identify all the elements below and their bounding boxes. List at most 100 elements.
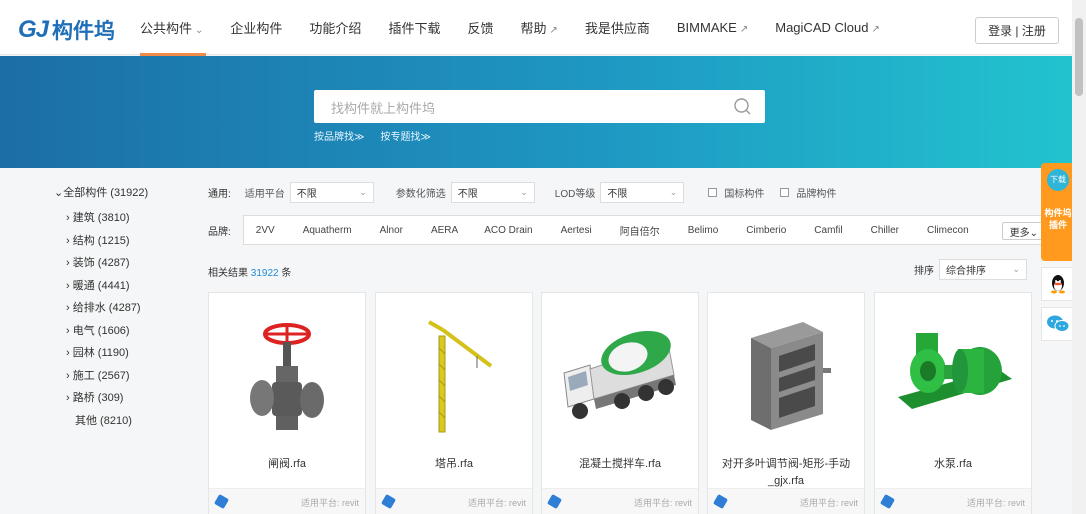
damper-icon bbox=[708, 293, 864, 453]
card-footer: 适用平台: revit bbox=[875, 488, 1031, 514]
site-logo[interactable]: GJ 构件坞 bbox=[18, 15, 115, 45]
nav-supplier[interactable]: 我是供应商 bbox=[585, 18, 650, 37]
plugin-download-button[interactable]: 下载 构件坞插件 bbox=[1041, 163, 1075, 261]
qq-icon[interactable] bbox=[1041, 267, 1075, 301]
category-item[interactable]: › 施工 (2567) bbox=[66, 365, 148, 388]
sort-control: 排序 综合排序 ⌄ bbox=[914, 259, 1027, 280]
category-item[interactable]: › 建筑 (3810) bbox=[66, 207, 148, 230]
category-label: 施工 (2567) bbox=[72, 369, 130, 382]
brand-item[interactable]: Belimo bbox=[688, 225, 719, 236]
category-item[interactable]: › 给排水 (4287) bbox=[66, 297, 148, 320]
brand-item[interactable]: Camfil bbox=[814, 225, 842, 236]
category-label: 电气 (1606) bbox=[72, 324, 130, 337]
nav-features[interactable]: 功能介绍 bbox=[309, 18, 361, 37]
category-label: 结构 (1215) bbox=[72, 234, 130, 247]
nav-public-components[interactable]: 公共构件 ⌄ bbox=[140, 18, 207, 56]
search-input[interactable]: 找构件就上构件坞 bbox=[314, 90, 765, 123]
category-item[interactable]: › 暖通 (4441) bbox=[66, 275, 148, 298]
category-label: 给排水 (4287) bbox=[72, 302, 141, 314]
card-footer: 适用平台: revit bbox=[376, 488, 532, 514]
nav-feedback[interactable]: 反馈 bbox=[467, 18, 493, 37]
search-icon[interactable] bbox=[733, 97, 753, 122]
wechat-icon[interactable] bbox=[1041, 307, 1075, 341]
brand-list: 2VV Aquatherm Alnor AERA ACO Drain Aerte… bbox=[242, 215, 1053, 245]
nav-label: 帮助 bbox=[520, 21, 547, 36]
card-platform: 适用平台: revit bbox=[633, 498, 692, 508]
card-footer: 适用平台: revit bbox=[708, 488, 864, 514]
component-card[interactable]: 对开多叶调节阀-矩形-手动_gjx.rfa 适用平台: revit bbox=[707, 292, 865, 514]
logo-mark: GJ bbox=[18, 16, 49, 43]
login-register-button[interactable]: 登录 | 注册 bbox=[975, 17, 1059, 44]
category-item[interactable]: › 电气 (1606) bbox=[66, 320, 148, 343]
nav-enterprise-components[interactable]: 企业构件 bbox=[230, 18, 282, 37]
brand-item[interactable]: Alnor bbox=[380, 225, 403, 236]
category-item[interactable]: › 装饰 (4287) bbox=[66, 252, 148, 275]
chevron-down-icon: ⌄ bbox=[359, 186, 367, 197]
param-select[interactable]: 不限 ⌄ bbox=[450, 181, 535, 203]
param-label: 参数化筛选 bbox=[395, 188, 446, 200]
select-value: 不限 bbox=[457, 188, 478, 200]
floating-panel: 下载 构件坞插件 bbox=[1041, 163, 1075, 341]
card-platform: 适用平台: revit bbox=[799, 498, 858, 508]
page-scrollbar[interactable] bbox=[1072, 0, 1086, 514]
revit-icon bbox=[380, 493, 397, 510]
scrollbar-thumb[interactable] bbox=[1075, 18, 1083, 96]
chevron-down-icon: ⌄ bbox=[1012, 264, 1020, 274]
nav-label: 我是供应商 bbox=[584, 21, 650, 36]
result-prefix: 相关结果 bbox=[208, 268, 251, 279]
nav-magicad[interactable]: MagiCAD Cloud ↗ bbox=[775, 20, 880, 35]
national-checkbox[interactable] bbox=[708, 187, 718, 197]
brand-item[interactable]: Climecon bbox=[927, 225, 969, 236]
sort-select[interactable]: 综合排序 ⌄ bbox=[939, 259, 1027, 280]
nav-label: 功能介绍 bbox=[309, 21, 362, 36]
lod-select[interactable]: 不限 ⌄ bbox=[600, 181, 685, 203]
brand-component-checkbox[interactable] bbox=[780, 187, 790, 197]
card-name: 对开多叶调节阀-矩形-手动_gjx.rfa bbox=[721, 458, 851, 487]
brand-item[interactable]: Cimberio bbox=[746, 225, 786, 236]
brand-search-link[interactable]: 按品牌找≫ bbox=[314, 128, 364, 143]
select-value: 不限 bbox=[607, 188, 628, 200]
chevron-down-icon: ⌄ bbox=[669, 186, 678, 197]
topic-search-link[interactable]: 按专题找≫ bbox=[380, 128, 430, 143]
nav-plugin-download[interactable]: 插件下载 bbox=[388, 18, 440, 37]
brand-component-label: 品牌构件 bbox=[796, 188, 837, 200]
logo-text: 构件坞 bbox=[52, 20, 116, 43]
sort-label: 排序 bbox=[914, 266, 934, 277]
brand-item[interactable]: Chiller bbox=[871, 225, 899, 236]
component-card[interactable]: 混凝土搅拌车.rfa 适用平台: revit bbox=[541, 292, 699, 514]
category-item[interactable]: › 路桥 (309) bbox=[66, 387, 148, 410]
brand-item[interactable]: Aquatherm bbox=[303, 225, 352, 236]
main-menu: 公共构件 ⌄ 企业构件 功能介绍 插件下载 反馈 帮助 ↗ 我是供应商 BIMMAK… bbox=[140, 0, 907, 56]
category-label: 全部构件 (31922) bbox=[63, 187, 149, 199]
result-number: 31922 bbox=[250, 268, 279, 279]
nav-help[interactable]: 帮助 ↗ bbox=[520, 18, 557, 37]
card-name: 闸阀.rfa bbox=[268, 458, 306, 470]
component-card[interactable]: 闸阀.rfa 适用平台: revit bbox=[208, 292, 366, 514]
nav-label: 反馈 bbox=[467, 21, 494, 36]
category-item-other[interactable]: 其他 (8210) bbox=[75, 410, 148, 433]
brand-item[interactable]: ACO Drain bbox=[484, 225, 532, 236]
result-suffix: 条 bbox=[278, 268, 292, 279]
component-card[interactable]: 塔吊.rfa 适用平台: revit bbox=[375, 292, 533, 514]
category-label: 建筑 (3810) bbox=[72, 212, 130, 224]
brand-item[interactable]: AERA bbox=[431, 225, 458, 236]
more-brands-button[interactable]: 更多⌄ bbox=[1001, 222, 1046, 240]
nav-bimmake[interactable]: BIMMAKE ↗ bbox=[677, 20, 748, 35]
brand-item[interactable]: 2VV bbox=[256, 225, 275, 236]
category-root[interactable]: ⌄全部构件 (31922) bbox=[54, 184, 148, 200]
brand-item[interactable]: Aertesi bbox=[561, 225, 592, 236]
external-link-icon: ↗ bbox=[549, 25, 558, 36]
hero-links: 按品牌找≫ 按专题找≫ bbox=[314, 128, 431, 143]
card-platform: 适用平台: revit bbox=[966, 498, 1025, 508]
nav-label: 公共构件 bbox=[140, 21, 193, 36]
brand-filter: 品牌: 2VV Aquatherm Alnor AERA ACO Drain A… bbox=[208, 215, 1053, 245]
lod-label: LOD等级 bbox=[554, 188, 596, 200]
brand-item[interactable]: 阿自倍尔 bbox=[620, 223, 660, 238]
platform-select[interactable]: 不限 ⌄ bbox=[289, 181, 374, 203]
category-item[interactable]: › 结构 (1215) bbox=[66, 230, 148, 253]
card-platform: 适用平台: revit bbox=[467, 498, 526, 508]
category-item[interactable]: › 园林 (1190) bbox=[66, 342, 148, 365]
category-label: 路桥 (309) bbox=[72, 392, 124, 404]
search-placeholder: 找构件就上构件坞 bbox=[331, 101, 436, 116]
component-card[interactable]: 水泵.rfa 适用平台: revit bbox=[874, 292, 1032, 514]
